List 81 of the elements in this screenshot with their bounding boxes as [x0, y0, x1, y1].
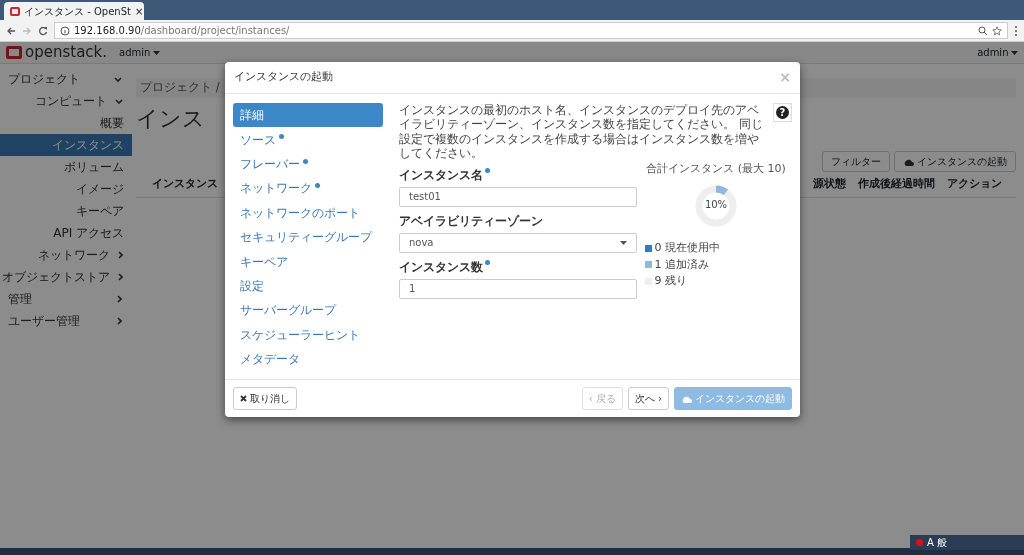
wizard-step[interactable]: 設定 [233, 273, 383, 299]
sidebar-item[interactable]: 管理 [0, 288, 132, 310]
sidebar-item[interactable]: コンピュート [0, 90, 132, 112]
launch-instance-button[interactable]: インスタンスの起動 [894, 151, 1016, 172]
field-label: インスタンス数 [399, 258, 483, 276]
chevron-down-icon [115, 98, 123, 104]
wizard-step[interactable]: メタデータ [233, 346, 383, 372]
zoom-icon[interactable] [978, 25, 988, 36]
wizard-step[interactable]: キーペア [233, 249, 383, 274]
quota-title: 合計インスタンス (最大 10) [646, 160, 786, 177]
star-icon[interactable] [992, 25, 1002, 36]
quota-percent: 10% [704, 198, 728, 213]
required-icon [303, 158, 308, 164]
help-button[interactable]: ? [773, 103, 792, 122]
ime-indicator[interactable]: A 般 [927, 535, 948, 550]
sidebar-item[interactable]: ユーザー管理 [0, 310, 132, 332]
tab-close-button[interactable]: × [134, 3, 144, 19]
required-icon [485, 259, 490, 265]
wizard-step[interactable]: スケジューラーヒント [233, 322, 383, 347]
breadcrumb: プロジェクト / [140, 79, 220, 97]
column-header: アクション [947, 176, 1002, 192]
chevron-right-icon [118, 251, 123, 259]
record-icon[interactable] [916, 539, 923, 546]
input-field[interactable]: 1 [399, 278, 637, 299]
input-field[interactable]: test01 [399, 186, 637, 207]
filter-button[interactable]: フィルター [822, 151, 890, 172]
caret-icon [620, 240, 627, 245]
select-field[interactable]: nova [399, 232, 637, 253]
sidebar-item[interactable]: ネットワーク [0, 244, 132, 266]
info-icon [60, 25, 70, 36]
wizard-step[interactable]: ソース [233, 127, 383, 152]
required-icon [485, 167, 490, 173]
logo[interactable]: openstack. [6, 41, 108, 64]
wizard-step[interactable]: ネットワークのポート [233, 200, 383, 225]
app-icon [10, 6, 20, 16]
column-header: 作成後経過時間 [858, 176, 935, 192]
project-menu[interactable]: admin [119, 45, 160, 60]
caret-icon [152, 50, 160, 55]
url-text: 192.168.0.90/dashboard/project/instances/ [74, 24, 290, 38]
sidebar-item[interactable]: インスタンス [0, 134, 132, 156]
chevron-right-icon [118, 273, 123, 281]
field-label: インスタンス名 [399, 166, 483, 184]
reload-icon[interactable] [38, 25, 48, 36]
cloud-icon [681, 394, 692, 403]
browser-tab[interactable]: インスタンス - OpenSt × [4, 2, 144, 20]
next-button[interactable]: 次へ › [627, 387, 669, 410]
wizard-step[interactable]: フレーバー [233, 151, 383, 177]
description: インスタンスの最初のホスト名、インスタンスのデプロイ先のアベイラビリティーゾーン、インスタンス数を指定してください。 同じ設定で複数のインスタンスを作成する場合はインスタンス数を増やしてください。 [399, 103, 764, 161]
modal-title: インスタンスの起動 [234, 69, 333, 86]
sidebar-item[interactable]: プロジェクト [0, 68, 132, 90]
cloud-icon [903, 157, 914, 166]
field-label: アベイラビリティーゾーン [399, 212, 543, 230]
chevron-right-icon [117, 317, 122, 325]
close-icon [240, 395, 247, 402]
cancel-button[interactable]: 取り消し [233, 387, 297, 410]
required-icon [315, 183, 320, 189]
user-menu[interactable]: admin [977, 45, 1018, 60]
legend-label: 9 残り [654, 273, 687, 290]
chevron-down-icon [114, 76, 122, 82]
required-icon [279, 134, 284, 140]
sidebar-item[interactable]: 概要 [0, 112, 132, 134]
wizard-step[interactable]: サーバーグループ [233, 298, 383, 323]
back-icon[interactable] [6, 25, 16, 36]
column-header: 源状態 [813, 176, 846, 192]
page-heading: インス [136, 105, 205, 133]
chevron-right-icon [117, 295, 122, 303]
legend-label: 1 追加済み [654, 256, 709, 273]
wizard-step[interactable]: ネットワーク [233, 176, 383, 201]
column-header: インスタンス [152, 176, 218, 192]
menu-icon[interactable] [1014, 24, 1018, 37]
address-bar[interactable]: 192.168.0.90/dashboard/project/instances/ [54, 22, 1008, 39]
wizard-step[interactable]: 詳細 [233, 103, 383, 128]
tab-title: インスタンス - OpenSt [24, 4, 131, 19]
sidebar-item[interactable]: ボリューム [0, 156, 132, 178]
sidebar-item[interactable]: API アクセス [0, 222, 132, 244]
wizard-step[interactable]: セキュリティーグループ [233, 224, 383, 250]
sidebar-item[interactable]: オブジェクトストア [0, 266, 132, 288]
legend-label: 0 現在使用中 [654, 240, 720, 257]
caret-icon [1011, 50, 1018, 55]
sidebar-item[interactable]: キーペア [0, 200, 132, 222]
sidebar-item[interactable]: イメージ [0, 178, 132, 200]
